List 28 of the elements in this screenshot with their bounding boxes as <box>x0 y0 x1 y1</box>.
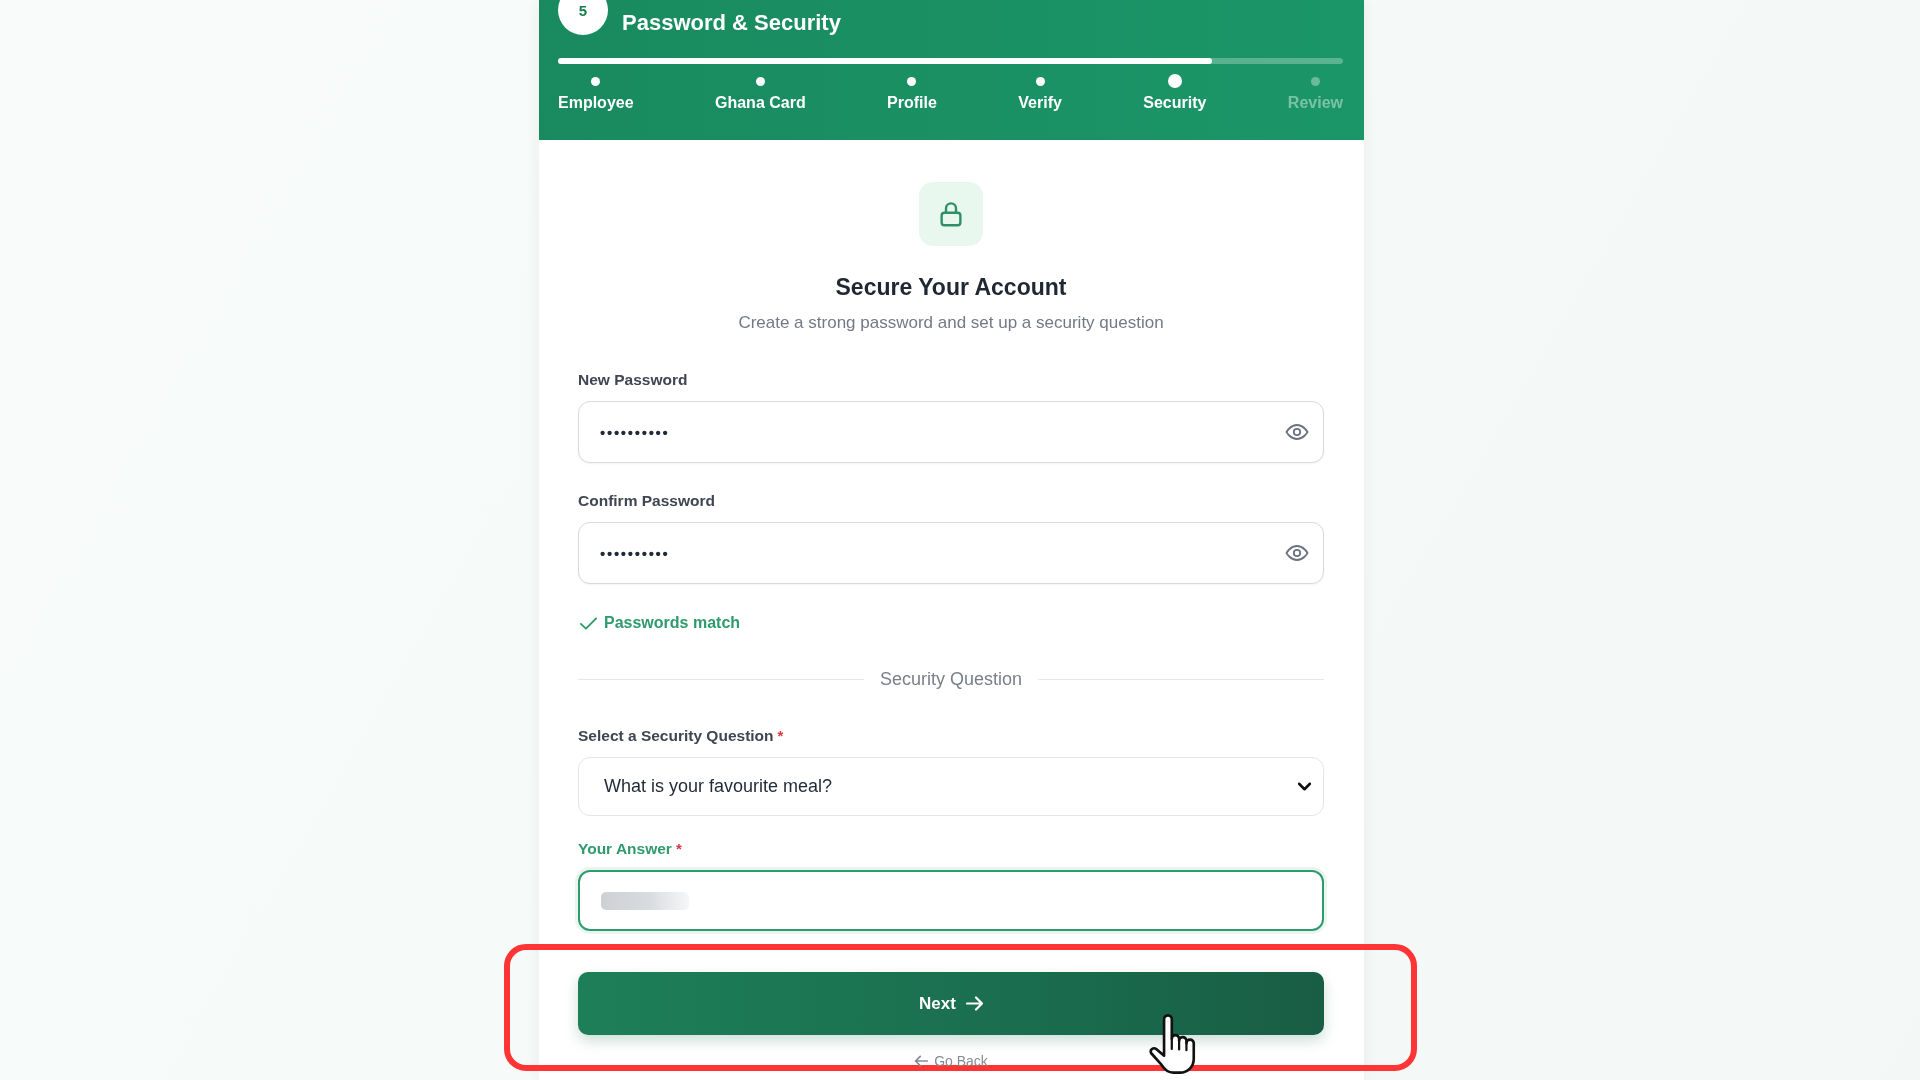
field-label: New Password <box>578 370 688 390</box>
answer-field[interactable] <box>578 870 1324 931</box>
step-label: Review <box>1287 93 1343 113</box>
arrow-left-icon <box>914 1054 929 1068</box>
step-label: Ghana Card <box>715 93 806 113</box>
required-mark: * <box>675 839 682 859</box>
password-field[interactable]: •••••••••• <box>578 401 1324 463</box>
field-label: Select a Security Question <box>578 726 774 746</box>
go-back-link[interactable]: Go Back <box>914 1053 988 1069</box>
step-label: Profile <box>887 93 937 113</box>
lock-icon <box>919 182 983 246</box>
step-label: Employee <box>558 93 634 113</box>
field-label: Confirm Password <box>578 491 715 511</box>
arrow-right-icon <box>965 995 983 1012</box>
section-divider-label: Security Question <box>879 668 1023 690</box>
step-label: Verify <box>1018 93 1062 113</box>
field-label: Your Answer <box>578 839 672 859</box>
chevron-down-icon <box>1298 780 1311 793</box>
step-title: Password & Security <box>622 10 841 36</box>
step-label: Security <box>1143 93 1207 113</box>
next-button[interactable]: Next <box>578 972 1324 1035</box>
section-subtitle: Create a strong password and set up a security question <box>737 312 1165 334</box>
section-title: Secure Your Account <box>834 273 1068 301</box>
required-mark: * <box>777 726 784 746</box>
security-question-select[interactable]: What is your favourite meal? <box>578 757 1324 816</box>
password-field[interactable]: •••••••••• <box>578 522 1324 584</box>
match-message: Passwords match <box>604 613 741 633</box>
step-number-badge: 5 <box>558 0 608 35</box>
